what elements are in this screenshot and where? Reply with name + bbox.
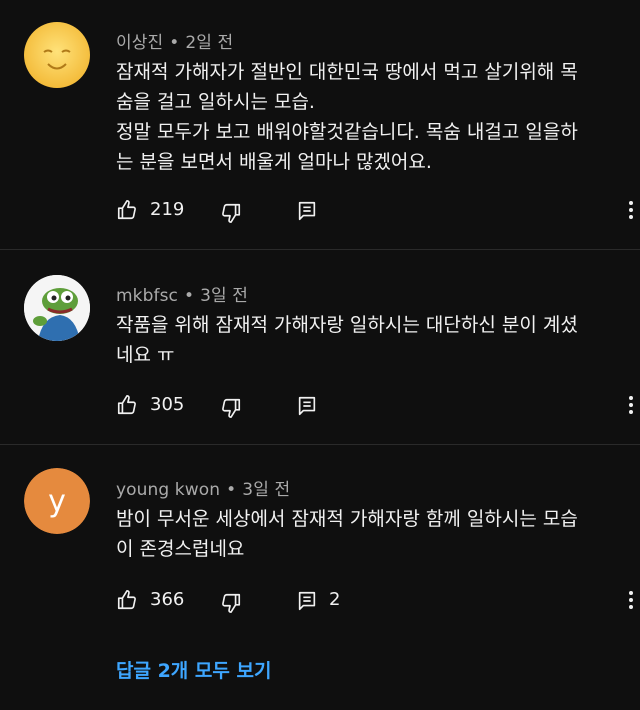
divider [0,444,640,445]
comment-line: 는 분을 보면서 배울게 얼마나 많겠어요. [116,151,432,173]
like-count: 219 [150,199,185,220]
author-name[interactable]: young kwon [116,480,220,500]
more-vert-icon[interactable] [628,393,634,417]
reply-icon[interactable] [296,200,318,222]
comment-text: 작품을 위해 잠재적 가해자랑 일하시는 대단하신 분이 계셨 네요 ㅠ [116,310,626,370]
comment-line: 밤이 무서운 세상에서 잠재적 가해자랑 함께 일하시는 모습 [116,508,578,530]
like-count: 305 [150,394,185,415]
avatar[interactable] [24,275,90,341]
comment-meta: 이상진 • 2일 전 [116,28,233,53]
comment-line: 네요 ㅠ [116,344,175,366]
separator-dot: • [226,480,237,500]
comment-line: 숨을 걸고 일하시는 모습. [116,91,315,113]
like-count: 366 [150,589,185,610]
comment-meta: mkbfsc • 3일 전 [116,281,248,306]
avatar[interactable]: y [24,468,90,534]
more-vert-icon[interactable] [628,588,634,612]
thumbs-up-icon[interactable] [116,394,138,416]
comment-time: 3일 전 [242,480,291,500]
separator-dot: • [183,286,195,306]
thumbs-down-icon[interactable] [220,202,242,224]
author-name[interactable]: mkbfsc [116,286,178,306]
baby-face-avatar-icon [24,22,90,88]
comment-actions: 366 2 [116,586,626,616]
avatar-letter: y [24,468,90,534]
comment-text: 밤이 무서운 세상에서 잠재적 가해자랑 함께 일하시는 모습 이 존경스럽네요 [116,504,626,564]
comment-line: 정말 모두가 보고 배워야할것같습니다. 목숨 내걸고 일을하 [116,121,578,143]
author-name[interactable]: 이상진 [116,33,163,53]
comment-actions: 305 [116,391,626,421]
reply-icon[interactable] [296,395,318,417]
more-vert-icon[interactable] [628,198,634,222]
separator-dot: • [169,33,180,53]
comment-line: 작품을 위해 잠재적 가해자랑 일하시는 대단하신 분이 계셨 [116,314,578,336]
comment-line: 이 존경스럽네요 [116,538,245,560]
comment-line: 잠재적 가해자가 절반인 대한민국 땅에서 먹고 살기위해 목 [116,61,578,83]
divider [0,249,640,250]
reply-icon[interactable] [296,590,318,612]
comment-text: 잠재적 가해자가 절반인 대한민국 땅에서 먹고 살기위해 목 숨을 걸고 일하… [116,57,626,177]
thumbs-up-icon[interactable] [116,199,138,221]
avatar[interactable] [24,22,90,88]
thumbs-down-icon[interactable] [220,397,242,419]
pepe-frog-avatar-icon [24,275,90,341]
view-replies-link[interactable]: 답글 2개 모두 보기 [116,656,271,683]
comment-time: 3일 전 [200,286,249,306]
reply-count: 2 [329,589,341,610]
comment-actions: 219 [116,196,626,226]
thumbs-down-icon[interactable] [220,592,242,614]
thumbs-up-icon[interactable] [116,589,138,611]
comment-meta: young kwon • 3일 전 [116,475,290,500]
comment-time: 2일 전 [185,33,234,53]
